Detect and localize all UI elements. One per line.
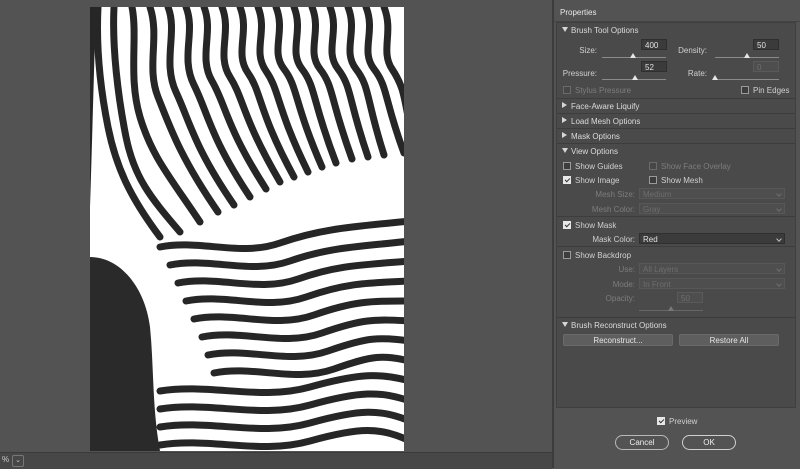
properties-panel: Properties Brush Tool Options Size: 400 …	[554, 0, 800, 468]
section-face-aware-liquify[interactable]: Face-Aware Liquify	[557, 98, 795, 114]
chevron-down-icon	[776, 206, 782, 212]
mode-label: Mode:	[612, 280, 635, 289]
properties-content: Brush Tool Options Size: 400 Density: 50…	[556, 22, 796, 408]
rate-slider-thumb[interactable]	[712, 75, 718, 80]
mask-color-select[interactable]: Red	[639, 233, 785, 244]
density-field[interactable]: 50	[753, 39, 779, 50]
mesh-color-label: Mesh Color:	[591, 205, 635, 214]
mesh-size-select[interactable]: Medium	[639, 188, 785, 199]
mask-divider	[557, 246, 795, 248]
pressure-slider-thumb[interactable]	[632, 75, 639, 80]
density-slider-thumb[interactable]	[744, 53, 750, 58]
show-backdrop-checkbox[interactable]	[563, 251, 571, 259]
canvas-area[interactable]	[0, 0, 552, 452]
show-mesh-label: Show Mesh	[661, 176, 703, 185]
show-face-overlay-checkbox[interactable]	[649, 162, 657, 170]
restore-all-button[interactable]: Restore All	[679, 334, 779, 346]
chevron-down-icon	[776, 236, 782, 242]
expanded-triangle-icon	[562, 322, 568, 327]
mask-color-value: Red	[643, 235, 658, 244]
mode-value: In Front	[643, 280, 671, 289]
show-guides-label: Show Guides	[575, 162, 623, 171]
collapsed-triangle-icon	[562, 132, 567, 138]
chevron-down-icon	[776, 191, 782, 197]
opacity-label: Opacity:	[605, 294, 635, 303]
density-label: Density:	[678, 46, 707, 55]
zebra-pattern-image	[90, 7, 404, 451]
use-select[interactable]: All Layers	[639, 263, 785, 274]
section-title: View Options	[571, 147, 618, 156]
show-mask-label: Show Mask	[575, 221, 617, 230]
stylus-pressure-checkbox[interactable]	[563, 86, 571, 94]
section-title: Face-Aware Liquify	[571, 102, 640, 111]
rate-slider[interactable]	[715, 79, 779, 80]
pin-edges-checkbox[interactable]	[741, 86, 749, 94]
section-title: Brush Tool Options	[571, 26, 639, 35]
rate-field[interactable]: 0	[753, 61, 779, 72]
opacity-field[interactable]: 50	[677, 292, 703, 303]
section-brush-reconstruct-options[interactable]: Brush Reconstruct Options	[557, 317, 795, 333]
size-slider-thumb[interactable]	[629, 53, 636, 58]
mesh-size-label: Mesh Size:	[595, 190, 635, 199]
expanded-triangle-icon	[562, 27, 568, 32]
mode-select[interactable]: In Front	[639, 278, 785, 289]
collapsed-triangle-icon	[562, 117, 567, 123]
pressure-label: Pressure:	[562, 69, 597, 78]
section-load-mesh-options[interactable]: Load Mesh Options	[557, 113, 795, 129]
show-image-checkbox[interactable]	[563, 176, 571, 184]
view-divider	[557, 216, 795, 218]
show-face-overlay-label: Show Face Overlay	[661, 162, 731, 171]
show-guides-checkbox[interactable]	[563, 162, 571, 170]
expanded-triangle-icon	[562, 148, 568, 153]
opacity-slider-thumb[interactable]	[668, 306, 674, 311]
mesh-color-select[interactable]: Gray	[639, 203, 785, 214]
use-label: Use:	[618, 265, 635, 274]
section-title: Mask Options	[571, 132, 620, 141]
mesh-size-value: Medium	[643, 190, 672, 199]
mask-color-label: Mask Color:	[592, 235, 635, 244]
cancel-button[interactable]: Cancel	[615, 435, 669, 450]
preview-checkbox[interactable]	[657, 417, 665, 425]
pressure-field[interactable]: 52	[641, 61, 667, 72]
section-title: Brush Reconstruct Options	[571, 321, 667, 330]
chevron-down-icon	[776, 281, 782, 287]
panel-title: Properties	[560, 8, 597, 17]
show-mesh-checkbox[interactable]	[649, 176, 657, 184]
zoom-level: %	[2, 455, 10, 464]
use-value: All Layers	[643, 265, 679, 274]
stylus-pressure-label: Stylus Pressure	[575, 86, 632, 95]
show-mask-checkbox[interactable]	[563, 221, 571, 229]
zoom-dropdown-button[interactable]: ⌄	[12, 455, 24, 467]
reconstruct-button[interactable]: Reconstruct...	[563, 334, 673, 346]
pin-edges-label: Pin Edges	[753, 86, 790, 95]
size-label: Size:	[579, 46, 597, 55]
rate-label: Rate:	[687, 69, 707, 78]
mesh-color-value: Gray	[643, 205, 661, 214]
section-mask-options[interactable]: Mask Options	[557, 128, 795, 144]
show-image-label: Show Image	[575, 176, 620, 185]
size-field[interactable]: 400	[641, 39, 667, 50]
document-image[interactable]	[90, 7, 404, 451]
status-bar: % ⌄	[0, 452, 552, 469]
collapsed-triangle-icon	[562, 102, 567, 108]
ok-button[interactable]: OK	[682, 435, 736, 450]
preview-label: Preview	[669, 417, 698, 426]
section-view-options[interactable]: View Options	[557, 143, 795, 159]
section-title: Load Mesh Options	[571, 117, 641, 126]
chevron-down-icon	[776, 266, 782, 272]
show-backdrop-label: Show Backdrop	[575, 251, 632, 260]
section-brush-tool-options[interactable]: Brush Tool Options	[557, 23, 795, 38]
